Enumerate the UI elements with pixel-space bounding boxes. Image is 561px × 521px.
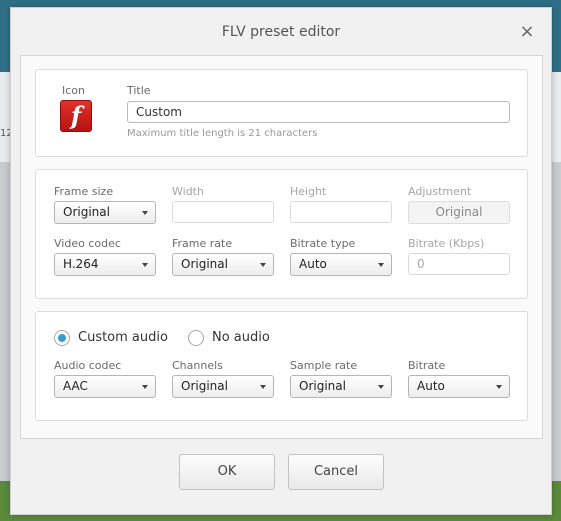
channels-select[interactable]: Original xyxy=(172,375,274,398)
audio-codec-value: AAC xyxy=(63,379,88,393)
height-input[interactable] xyxy=(290,201,392,223)
audio-bitrate-select[interactable]: Auto xyxy=(408,375,510,398)
width-input[interactable] xyxy=(172,201,274,223)
width-label: Width xyxy=(172,185,204,198)
frame-size-label: Frame size xyxy=(54,185,114,198)
chevron-down-icon xyxy=(142,385,148,389)
channels-label: Channels xyxy=(172,359,223,372)
title-label: Title xyxy=(127,84,151,97)
title-input[interactable]: Custom xyxy=(127,101,510,123)
chevron-down-icon xyxy=(378,385,384,389)
audio-bitrate-label: Bitrate xyxy=(408,359,446,372)
chevron-down-icon xyxy=(260,263,266,267)
settings-area: Icon f Title Custom Maximum title length… xyxy=(20,55,543,439)
no-audio-label[interactable]: No audio xyxy=(212,330,270,345)
close-icon[interactable]: × xyxy=(517,22,537,42)
cancel-button[interactable]: Cancel xyxy=(288,454,384,490)
general-panel: Icon f Title Custom Maximum title length… xyxy=(35,69,528,157)
chevron-down-icon xyxy=(142,263,148,267)
audio-codec-select[interactable]: AAC xyxy=(54,375,156,398)
no-audio-radio[interactable] xyxy=(188,330,204,346)
frame-rate-select[interactable]: Original xyxy=(172,253,274,276)
video-bitrate-label: Bitrate (Kbps) xyxy=(408,237,485,250)
channels-value: Original xyxy=(181,379,228,393)
icon-label: Icon xyxy=(62,84,85,97)
bitrate-type-label: Bitrate type xyxy=(290,237,356,250)
custom-audio-radio[interactable] xyxy=(54,330,70,346)
video-codec-value: H.264 xyxy=(63,257,99,271)
custom-audio-label[interactable]: Custom audio xyxy=(78,330,168,345)
sample-rate-value: Original xyxy=(299,379,346,393)
audio-bitrate-value: Auto xyxy=(417,379,445,393)
dialog-title: FLV preset editor xyxy=(221,24,341,40)
video-panel: Frame size Original Width Height Adjustm… xyxy=(35,169,528,299)
frame-size-select[interactable]: Original xyxy=(54,201,156,224)
sample-rate-select[interactable]: Original xyxy=(290,375,392,398)
chevron-down-icon xyxy=(496,385,502,389)
flash-icon[interactable]: f xyxy=(60,100,92,132)
chevron-down-icon xyxy=(260,385,266,389)
adjustment-label: Adjustment xyxy=(408,185,472,198)
audio-codec-label: Audio codec xyxy=(54,359,122,372)
title-hint: Maximum title length is 21 characters xyxy=(127,128,318,139)
sample-rate-label: Sample rate xyxy=(290,359,358,372)
bitrate-type-select[interactable]: Auto xyxy=(290,253,392,276)
frame-size-value: Original xyxy=(63,205,110,219)
video-bitrate-input[interactable]: 0 xyxy=(408,253,510,275)
adjustment-button[interactable]: Original xyxy=(408,201,510,224)
bitrate-type-value: Auto xyxy=(299,257,327,271)
height-label: Height xyxy=(290,185,327,198)
frame-rate-value: Original xyxy=(181,257,228,271)
frame-rate-label: Frame rate xyxy=(172,237,233,250)
video-codec-label: Video codec xyxy=(54,237,121,250)
chevron-down-icon xyxy=(142,211,148,215)
ok-button[interactable]: OK xyxy=(179,454,275,490)
chevron-down-icon xyxy=(378,263,384,267)
audio-panel: Custom audio No audio Audio codec AAC Ch… xyxy=(35,311,528,421)
flv-preset-editor-dialog: FLV preset editor × Icon f Title Custom … xyxy=(10,7,552,515)
video-codec-select[interactable]: H.264 xyxy=(54,253,156,276)
